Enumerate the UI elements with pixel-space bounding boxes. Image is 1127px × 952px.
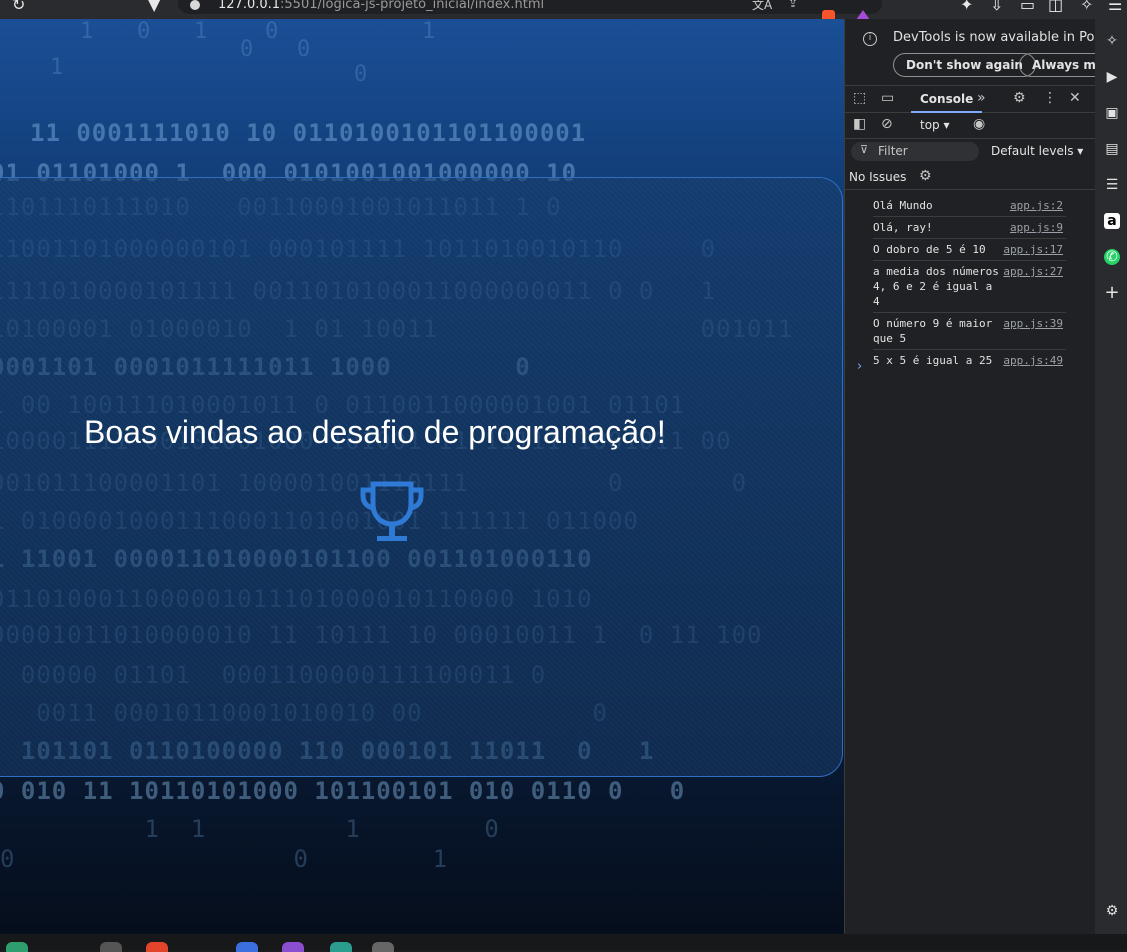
context-selector[interactable]: top ▾ bbox=[920, 118, 950, 132]
log-levels-dropdown[interactable]: Default levels ▾ bbox=[991, 144, 1083, 158]
log-source-link[interactable]: app.js:49 bbox=[1003, 353, 1063, 368]
binary-background: 11 0001111010 10 0110100101101100001 bbox=[30, 119, 587, 147]
more-tabs-icon[interactable]: » bbox=[977, 90, 986, 106]
log-entry: O dobro de 5 é 10 app.js:17 bbox=[873, 239, 1066, 261]
reload-icon[interactable]: ↻ bbox=[12, 0, 25, 14]
welcome-card: Boas vindas ao desafio de programação! bbox=[0, 177, 843, 777]
whatsapp-icon[interactable]: ✆ bbox=[1104, 249, 1120, 265]
log-source-link[interactable]: app.js:9 bbox=[1010, 220, 1063, 235]
notice-message: DevTools is now available in Portug bbox=[893, 30, 1095, 45]
inspect-element-icon[interactable]: ⬚ bbox=[853, 90, 866, 106]
address-bar[interactable]: 127.0.0.1:5501/logica-js-projeto_inicial… bbox=[178, 0, 882, 14]
translate-icon[interactable]: 文A bbox=[752, 0, 772, 13]
filter-input[interactable]: ⊽ Filter bbox=[851, 142, 979, 161]
bookmark-icon[interactable]: ▼ bbox=[148, 0, 160, 14]
reading-list-icon[interactable]: ☰ bbox=[1104, 177, 1120, 193]
taskbar-app-icon[interactable] bbox=[236, 942, 258, 952]
extensions-icon[interactable]: ✦ bbox=[960, 0, 973, 14]
log-message: O dobro de 5 é 10 bbox=[873, 243, 986, 256]
devtools-tabbar: ⬚ ▭ Console » ⚙ ⋮ ✕ bbox=[845, 85, 1095, 113]
bookmarks-icon[interactable]: ▤ bbox=[1104, 141, 1120, 157]
add-panel-icon[interactable]: + bbox=[1104, 284, 1120, 302]
taskbar-app-icon[interactable] bbox=[282, 942, 304, 952]
console-settings-icon[interactable]: ⚙ bbox=[919, 168, 932, 184]
log-entry: a media dos números 4, 6 e 2 é igual a 4… bbox=[873, 261, 1066, 313]
log-message: O número 9 é maior que 5 bbox=[873, 317, 993, 345]
tab-console[interactable]: Console bbox=[911, 86, 983, 113]
binary-background: 1 1 1 0 bbox=[0, 815, 500, 843]
device-toolbar-icon[interactable]: ▭ bbox=[881, 90, 894, 106]
always-match-button[interactable]: Always matc bbox=[1019, 53, 1095, 77]
log-source-link[interactable]: app.js:17 bbox=[1003, 242, 1063, 257]
issues-row: No Issues ⚙ bbox=[845, 165, 1095, 190]
taskbar-app-icon[interactable] bbox=[372, 942, 394, 952]
binary-background: 0 010 11 10110101000 101100101 010 0110 … bbox=[0, 777, 686, 805]
menu-icon[interactable]: ☰ bbox=[1108, 0, 1122, 14]
log-message: a media dos números 4, 6 e 2 é igual a 4 bbox=[873, 265, 999, 308]
close-devtools-icon[interactable]: ✕ bbox=[1069, 90, 1081, 106]
log-message: Olá Mundo bbox=[873, 199, 933, 212]
log-source-link[interactable]: app.js:2 bbox=[1010, 198, 1063, 213]
taskbar-app-icon[interactable] bbox=[146, 942, 168, 952]
sidebar-toggle-icon[interactable]: ◧ bbox=[853, 116, 866, 132]
log-message: 5 x 5 é igual a 25 bbox=[873, 354, 993, 367]
binary-background: 0 0 1 bbox=[0, 845, 449, 873]
more-options-icon[interactable]: ⋮ bbox=[1043, 90, 1057, 106]
console-toolbar: ◧ ⊘ top ▾ ◉ bbox=[845, 113, 1095, 139]
leo-icon[interactable]: ✧ bbox=[1080, 0, 1093, 14]
taskbar-app-icon[interactable] bbox=[6, 942, 28, 952]
filter-row: ⊽ Filter Default levels ▾ bbox=[845, 139, 1095, 165]
wallet-icon[interactable]: ▭ bbox=[1020, 0, 1035, 14]
amazon-icon[interactable]: a bbox=[1104, 213, 1120, 229]
clear-console-icon[interactable]: ⊘ bbox=[881, 116, 893, 132]
binary-background: 0 0 0 bbox=[240, 37, 369, 87]
sidebar-settings-icon[interactable]: ⚙ bbox=[1104, 903, 1120, 919]
issues-count[interactable]: No Issues bbox=[849, 170, 906, 184]
card-texture bbox=[0, 178, 842, 776]
log-entry: O número 9 é maior que 5 app.js:39 bbox=[873, 313, 1066, 350]
taskbar-app-icon[interactable] bbox=[330, 942, 352, 952]
browser-sidebar: ✧ ▶ ▣ ▤ ☰ a ✆ + ⚙ bbox=[1095, 19, 1127, 934]
binary-background: 1 bbox=[50, 55, 65, 80]
console-log: Olá Mundo app.js:2 Olá, ray! app.js:9 O … bbox=[845, 195, 1095, 371]
share-icon[interactable]: ⇪ bbox=[788, 0, 798, 10]
log-message: Olá, ray! bbox=[873, 221, 933, 234]
log-source-link[interactable]: app.js:27 bbox=[1003, 264, 1063, 279]
page-viewport: 1 0 1 0 1 0 0 0 1 11 0001111010 10 01101… bbox=[0, 19, 844, 934]
filter-placeholder: Filter bbox=[878, 144, 908, 158]
os-taskbar bbox=[0, 934, 1127, 952]
console-prompt[interactable]: › bbox=[857, 359, 862, 374]
log-entry: 5 x 5 é igual a 25 app.js:49 bbox=[873, 350, 1066, 371]
log-source-link[interactable]: app.js:39 bbox=[1003, 316, 1063, 331]
browser-toolbar: ↻ ▼ 127.0.0.1:5501/logica-js-projeto_ini… bbox=[0, 0, 1127, 19]
log-entry: Olá, ray! app.js:9 bbox=[873, 217, 1066, 239]
media-icon[interactable]: ▶ bbox=[1104, 69, 1120, 85]
info-icon: i bbox=[863, 32, 877, 46]
url-text: 127.0.0.1:5501/logica-js-projeto_inicial… bbox=[218, 0, 545, 12]
trophy-icon bbox=[360, 481, 424, 541]
dont-show-again-button[interactable]: Don't show again bbox=[893, 53, 1036, 77]
live-expression-icon[interactable]: ◉ bbox=[973, 116, 985, 132]
leo-ai-icon[interactable]: ✧ bbox=[1104, 33, 1120, 49]
wallet-icon[interactable]: ▣ bbox=[1104, 105, 1120, 121]
log-entry: Olá Mundo app.js:2 bbox=[873, 195, 1066, 217]
filter-icon: ⊽ bbox=[860, 143, 869, 156]
settings-icon[interactable]: ⚙ bbox=[1013, 90, 1026, 106]
brave-shields-icon[interactable] bbox=[822, 10, 835, 19]
page-title: Boas vindas ao desafio de programação! bbox=[84, 414, 666, 450]
devtools-notice: i DevTools is now available in Portug Do… bbox=[845, 19, 1095, 85]
taskbar-app-icon[interactable] bbox=[100, 942, 122, 952]
devtools-panel: i DevTools is now available in Portug Do… bbox=[844, 19, 1095, 934]
site-info-icon[interactable] bbox=[190, 0, 200, 10]
download-icon[interactable]: ⇩ bbox=[990, 0, 1003, 14]
sidebar-toggle-icon[interactable]: ◫ bbox=[1048, 0, 1063, 14]
